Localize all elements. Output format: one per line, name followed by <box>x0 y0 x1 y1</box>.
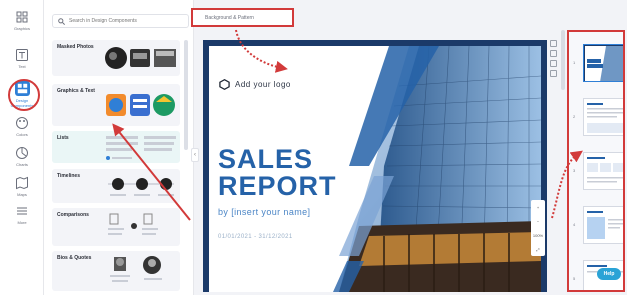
chevron-left-icon: ‹ <box>194 152 196 158</box>
rail-item-graphics[interactable]: Graphics <box>4 10 40 38</box>
page-number: 5 <box>573 276 576 281</box>
logo-placeholder[interactable]: Add your logo <box>219 79 291 90</box>
text-icon <box>16 49 28 61</box>
page-thumbnail[interactable] <box>583 206 623 244</box>
slide: Add your logo SALES REPORT by [insert yo… <box>209 46 541 292</box>
graphics-text-thumbnails <box>106 94 175 116</box>
page-item[interactable]: 2 <box>569 92 623 144</box>
hexagon-logo-icon <box>219 79 230 90</box>
page-thumbnail[interactable] <box>583 44 623 82</box>
collapse-panel-button[interactable]: ‹ <box>191 148 199 162</box>
canvas-scrollbar[interactable] <box>561 30 565 90</box>
title-line-1[interactable]: SALES <box>218 146 313 173</box>
category-comparisons[interactable]: Comparisons <box>52 208 180 246</box>
map-icon <box>16 176 28 190</box>
layers-icon[interactable] <box>549 40 557 47</box>
category-label: Timelines <box>57 173 80 179</box>
category-label: Lists <box>57 135 69 141</box>
rail-item-design-components[interactable]: Design Components <box>4 81 40 113</box>
rail-label: Design Components <box>10 98 34 108</box>
page-number: 4 <box>573 222 576 227</box>
pages-panel: 1 2 3 4 5 <box>567 30 625 292</box>
rail-item-text[interactable]: Text <box>4 48 40 76</box>
panel-scrollbar[interactable] <box>184 40 188 150</box>
copy-icon[interactable] <box>549 50 557 57</box>
page-number: 3 <box>573 168 576 173</box>
search-box[interactable] <box>52 14 189 28</box>
canvas-tools <box>548 40 558 95</box>
title-line-2[interactable]: REPORT <box>218 173 337 200</box>
design-canvas[interactable]: Add your logo SALES REPORT by [insert yo… <box>203 40 547 292</box>
fit-screen-icon[interactable]: ⤢ <box>536 247 539 252</box>
page-item[interactable]: 3 <box>569 146 623 198</box>
rail-label: Colors <box>16 132 28 137</box>
rail-label: Text <box>18 64 26 69</box>
date-range-text[interactable]: 01/01/2021 - 31/12/2021 <box>218 234 293 240</box>
zoom-level[interactable]: 100% <box>533 233 543 238</box>
editor-app: Graphics Text Design Components Colors C… <box>0 0 627 295</box>
palette-icon <box>16 117 28 129</box>
category-label: Graphics & Text <box>57 88 95 94</box>
zoom-controls: + − 100% ⤢ <box>531 200 545 256</box>
timelines-thumbnails <box>108 178 174 196</box>
category-label: Comparisons <box>57 212 89 218</box>
category-timelines[interactable]: Timelines <box>52 169 180 203</box>
category-label: Masked Photos <box>57 44 94 50</box>
category-masked-photos[interactable]: Masked Photos <box>52 40 180 76</box>
grid-icon <box>17 207 27 215</box>
trash-icon[interactable] <box>549 60 557 67</box>
rail-item-more[interactable]: More <box>4 204 40 232</box>
rail-label: Charts <box>16 162 28 167</box>
rail-item-colors[interactable]: Colors <box>4 116 40 144</box>
search-input[interactable] <box>69 18 179 24</box>
page-item[interactable]: 4 <box>569 200 623 252</box>
graphics-icon <box>16 11 28 23</box>
comparisons-thumbnails <box>108 213 158 235</box>
rail-item-maps[interactable]: Maps <box>4 176 40 204</box>
search-icon <box>58 17 65 25</box>
left-rail: Graphics Text Design Components Colors C… <box>0 0 44 295</box>
rail-label: Graphics <box>13 26 30 31</box>
byline-text[interactable]: by [insert your name] <box>218 207 310 217</box>
design-components-icon <box>17 83 27 94</box>
rail-item-charts[interactable]: Charts <box>4 146 40 174</box>
page-settings-icon[interactable] <box>549 70 557 77</box>
category-bios-quotes[interactable]: Bios & Quotes <box>52 251 180 291</box>
logo-text: Add your logo <box>235 80 291 89</box>
page-thumbnail[interactable] <box>583 152 623 190</box>
help-button[interactable]: Help <box>597 268 621 280</box>
page-number: 1 <box>573 60 576 65</box>
zoom-out-button[interactable]: − <box>537 219 539 224</box>
category-graphics-text[interactable]: Graphics & Text <box>52 84 180 126</box>
background-pattern-tab[interactable]: Background & Pattern <box>191 8 294 27</box>
lists-thumbnails <box>106 136 176 160</box>
page-number: 2 <box>573 114 576 119</box>
components-panel: Masked Photos Graphics & Text Lists <box>44 0 194 295</box>
tab-label: Background & Pattern <box>205 14 254 21</box>
category-label: Bios & Quotes <box>57 255 92 261</box>
page-item[interactable]: 1 <box>569 38 623 90</box>
bios-quotes-thumbnails <box>110 256 162 282</box>
category-lists[interactable]: Lists <box>52 131 180 163</box>
chart-icon <box>16 147 28 159</box>
masked-photos-thumbnails <box>105 47 176 69</box>
rail-label: More <box>17 220 27 225</box>
rail-label: Maps <box>17 192 27 197</box>
page-thumbnail[interactable] <box>583 98 623 136</box>
zoom-in-button[interactable]: + <box>537 205 539 210</box>
